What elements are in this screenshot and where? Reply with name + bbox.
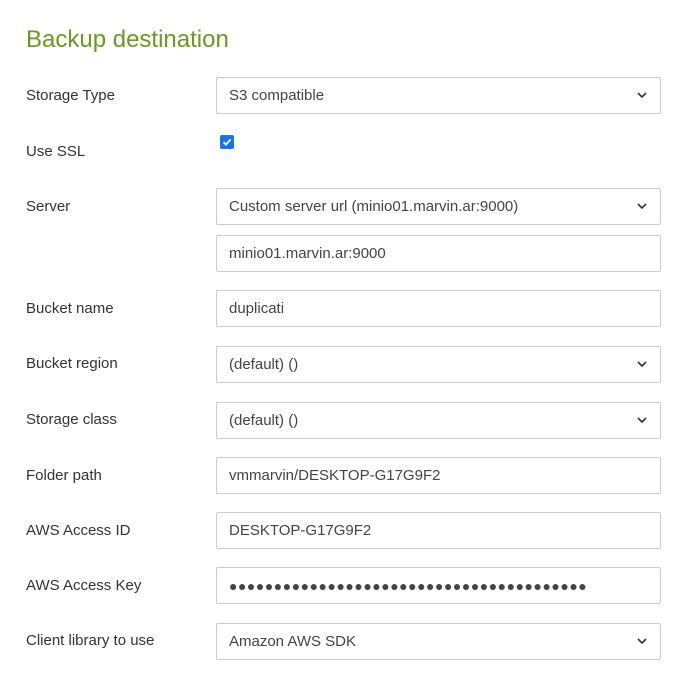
use-ssl-label: Use SSL [26,143,86,160]
storage-type-label: Storage Type [26,87,115,104]
chevron-down-icon [636,201,648,213]
chevron-down-icon [636,636,648,648]
bucket-name-value: duplicati [229,300,285,317]
bucket-region-label: Bucket region [26,355,118,372]
client-library-select[interactable]: Amazon AWS SDK [216,623,661,660]
storage-type-select[interactable]: S3 compatible [216,77,661,114]
server-url-value: minio01.marvin.ar:9000 [229,245,386,262]
aws-access-id-label: AWS Access ID [26,522,131,539]
bucket-name-label: Bucket name [26,300,114,317]
section-title: Backup destination [26,26,229,53]
server-select[interactable]: Custom server url (minio01.marvin.ar:900… [216,188,661,225]
chevron-down-icon [636,359,648,371]
check-icon [222,138,232,146]
bucket-name-input[interactable]: duplicati [216,290,661,327]
chevron-down-icon [636,90,648,102]
bucket-region-select[interactable]: (default) () [216,346,661,383]
server-value: Custom server url (minio01.marvin.ar:900… [229,198,519,215]
storage-class-select[interactable]: (default) () [216,402,661,439]
aws-access-id-value: DESKTOP-G17G9F2 [229,522,372,539]
folder-path-input[interactable]: vmmarvin/DESKTOP-G17G9F2 [216,457,661,494]
aws-access-id-input[interactable]: DESKTOP-G17G9F2 [216,512,661,549]
folder-path-label: Folder path [26,467,102,484]
bucket-region-value: (default) () [229,356,299,373]
use-ssl-checkbox[interactable] [220,135,234,149]
server-url-input[interactable]: minio01.marvin.ar:9000 [216,235,661,272]
storage-type-value: S3 compatible [229,87,325,104]
storage-class-label: Storage class [26,411,117,428]
aws-access-key-label: AWS Access Key [26,577,142,594]
aws-access-key-value: ●●●●●●●●●●●●●●●●●●●●●●●●●●●●●●●●●●●●●●●● [229,577,588,594]
folder-path-value: vmmarvin/DESKTOP-G17G9F2 [229,467,441,484]
aws-access-key-input[interactable]: ●●●●●●●●●●●●●●●●●●●●●●●●●●●●●●●●●●●●●●●● [216,567,661,604]
chevron-down-icon [636,415,648,427]
client-library-value: Amazon AWS SDK [229,633,356,650]
storage-class-value: (default) () [229,412,299,429]
server-label: Server [26,198,71,215]
client-library-label: Client library to use [26,632,155,649]
